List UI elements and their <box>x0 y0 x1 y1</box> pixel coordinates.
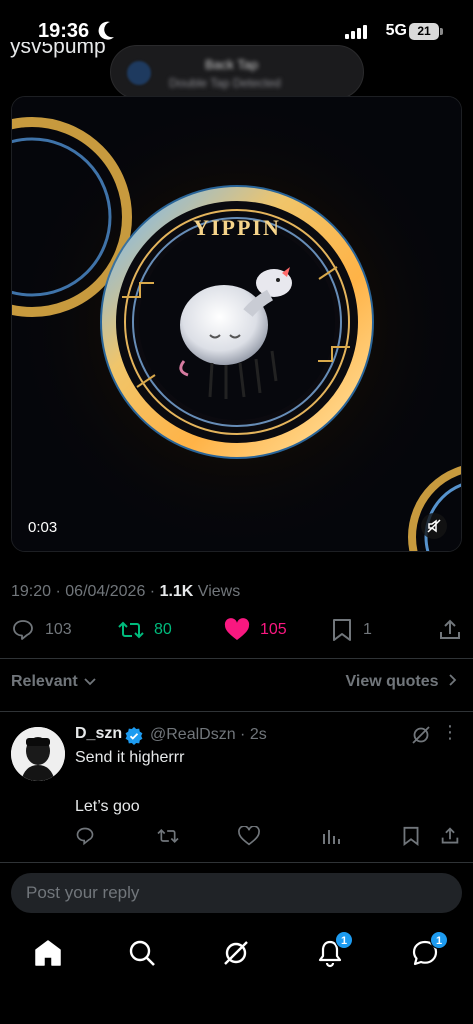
post-time: 19:20 <box>11 583 52 600</box>
avatar[interactable] <box>11 727 65 781</box>
like-count: 105 <box>260 621 287 638</box>
network-type: 5G <box>385 22 407 39</box>
notifications-badge: 1 <box>335 931 353 949</box>
bookmark-button[interactable]: 1 <box>331 618 372 642</box>
views-count: 1.1K <box>159 583 194 600</box>
mute-icon <box>427 519 441 533</box>
notification-icon <box>127 61 151 85</box>
like-button[interactable]: 105 <box>224 618 287 642</box>
reply-icon <box>13 620 33 640</box>
sort-relevant-dropdown[interactable]: Relevant <box>11 673 96 691</box>
reply-text-line2: Let’s goo <box>75 798 140 815</box>
messages-badge: 1 <box>430 931 448 949</box>
repost-button[interactable]: 80 <box>118 618 172 642</box>
reply-author-meta: @RealDszn · 2s <box>150 726 267 743</box>
post-date: 06/04/2026 <box>65 583 146 600</box>
battery-icon: 21 <box>409 23 443 40</box>
divider <box>0 862 473 863</box>
reply-button[interactable]: 103 <box>11 618 72 642</box>
reply-handle[interactable]: @RealDszn <box>150 726 236 743</box>
grok-icon[interactable] <box>221 938 251 968</box>
coin-artwork: YIPPIN <box>12 97 461 551</box>
grok-icon[interactable] <box>411 725 431 745</box>
notification-subtitle: Double Tap Detected <box>169 76 281 90</box>
chevron-right-icon <box>449 674 457 686</box>
share-button[interactable] <box>439 618 471 642</box>
reply-composer[interactable] <box>11 873 462 913</box>
reply-author-name[interactable]: D_szn <box>75 725 122 743</box>
views-label: Views <box>193 583 241 600</box>
analytics-icon[interactable] <box>321 826 341 846</box>
reply-time: 2s <box>249 726 267 743</box>
divider <box>0 711 473 712</box>
reply-icon[interactable] <box>75 826 95 846</box>
video-duration: 0:03 <box>28 519 58 536</box>
status-time: 19:36 <box>38 20 90 42</box>
reply-text-line1: Send it higherrr <box>75 749 185 766</box>
notifications-tab[interactable]: 1 <box>315 931 353 968</box>
notification-title: Back Tap <box>205 57 259 72</box>
avatar-image <box>11 727 65 781</box>
repost-count: 80 <box>154 621 172 638</box>
reply-input[interactable] <box>11 873 462 913</box>
heart-icon <box>224 618 250 640</box>
moon-icon <box>98 21 114 40</box>
cutoff-username: ysv5pump <box>10 42 106 58</box>
bookmark-icon <box>333 619 351 641</box>
video-player[interactable]: YIPPIN 0:03 <box>11 96 462 552</box>
reply-count: 103 <box>45 621 72 638</box>
repost-icon <box>118 621 144 639</box>
view-quotes-link[interactable]: View quotes <box>345 673 457 691</box>
signal-icon <box>345 25 367 39</box>
divider <box>0 658 473 659</box>
search-icon[interactable] <box>127 938 157 968</box>
post-actions: 103 80 105 1 <box>0 618 473 648</box>
messages-tab[interactable]: 1 <box>410 931 448 968</box>
mute-button[interactable] <box>421 513 447 539</box>
verified-icon <box>125 727 143 745</box>
repost-icon[interactable] <box>157 826 179 846</box>
heart-icon[interactable] <box>238 826 260 846</box>
post-meta: 19:20 · 06/04/2026 · 1.1K Views <box>11 583 241 600</box>
share-icon <box>440 619 460 639</box>
home-icon[interactable] <box>33 938 63 968</box>
share-icon[interactable] <box>441 826 459 846</box>
more-icon[interactable]: ⋮ <box>441 722 460 743</box>
bookmark-icon[interactable] <box>402 826 420 846</box>
back-tap-notification[interactable]: Back Tap Double Tap Detected <box>110 45 364 99</box>
coin-label: YIPPIN <box>193 215 281 240</box>
chevron-down-icon <box>84 678 96 686</box>
bookmark-count: 1 <box>363 621 372 638</box>
